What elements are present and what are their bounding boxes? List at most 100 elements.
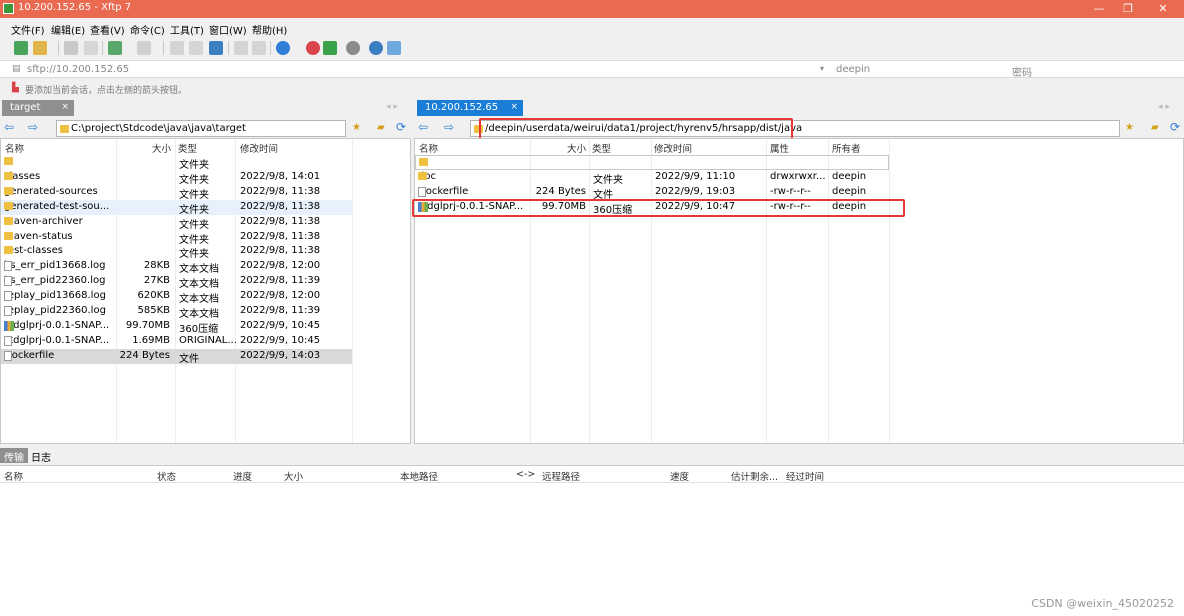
copy-icon[interactable] bbox=[170, 41, 184, 55]
local-path-input[interactable]: C:\project\Stdcode\java\java\target bbox=[56, 120, 346, 137]
transfer-icon[interactable] bbox=[209, 41, 223, 55]
transfer-col-name[interactable]: 名称 bbox=[4, 469, 23, 483]
table-row[interactable]: replay_pid13668.log 620KB 文本文档 2022/9/8, 12… bbox=[1, 289, 352, 305]
transfer-col-progress[interactable]: 进度 bbox=[233, 469, 252, 483]
file-name-cell: generated-sources bbox=[4, 186, 98, 197]
close-tab-icon[interactable]: × bbox=[510, 102, 518, 112]
new-folder-icon[interactable] bbox=[108, 41, 122, 55]
paste-icon[interactable] bbox=[189, 41, 203, 55]
username-input[interactable]: deepin bbox=[836, 64, 870, 75]
forward-arrow-icon[interactable]: ⇨ bbox=[28, 120, 38, 134]
up-folder-icon[interactable]: ▰ bbox=[377, 122, 385, 133]
back-arrow-icon[interactable]: ⇦ bbox=[4, 120, 14, 134]
view-icon[interactable] bbox=[137, 41, 151, 55]
col-header-size[interactable]: 大小 bbox=[152, 141, 171, 155]
col-header-size[interactable]: 大小 bbox=[567, 141, 586, 155]
table-row[interactable]: generated-sources 文件夹 2022/9/8, 11:38 bbox=[1, 185, 352, 201]
xshell-icon[interactable] bbox=[306, 41, 320, 55]
help-icon[interactable] bbox=[369, 41, 383, 55]
toolbar-separator bbox=[163, 41, 164, 55]
table-row[interactable]: maven-archiver 文件夹 2022/9/8, 11:38 bbox=[1, 215, 352, 231]
refresh-icon[interactable]: ⟳ bbox=[1170, 120, 1180, 134]
table-row[interactable]: .. bbox=[415, 155, 889, 170]
delete-icon[interactable] bbox=[234, 41, 248, 55]
tab-log[interactable]: 日志 bbox=[27, 448, 55, 464]
file-name-cell: hs_err_pid13668.log bbox=[4, 260, 105, 272]
minimize-button[interactable]: — bbox=[1084, 1, 1114, 17]
close-tab-icon[interactable]: × bbox=[61, 102, 69, 112]
menu-help[interactable]: 帮助(H) bbox=[252, 22, 287, 37]
tab-scroll-icon[interactable]: ◂ ▸ bbox=[386, 102, 398, 112]
close-button[interactable]: ✕ bbox=[1148, 1, 1178, 17]
menu-tools[interactable]: 工具(T) bbox=[170, 22, 204, 37]
transfer-col-elapsed[interactable]: 经过时间 bbox=[786, 469, 824, 483]
globe-icon[interactable] bbox=[276, 41, 290, 55]
table-row[interactable]: hs_err_pid22360.log 27KB 文本文档 2022/9/8, 11:… bbox=[1, 274, 352, 290]
star-icon[interactable]: ★ bbox=[352, 122, 361, 133]
col-header-mtime[interactable]: 修改时间 bbox=[240, 141, 278, 155]
menu-view[interactable]: 查看(V) bbox=[90, 22, 125, 37]
table-row[interactable]: test-classes 文件夹 2022/9/8, 11:38 bbox=[1, 244, 352, 260]
file-mtime: 2022/9/9, 19:03 bbox=[655, 186, 736, 197]
table-row[interactable]: Dockerfile 224 Bytes 文件 2022/9/9, 19:03 -rw-… bbox=[415, 185, 889, 201]
transfer-col-size[interactable]: 大小 bbox=[284, 469, 303, 483]
toolbar-separator bbox=[58, 41, 59, 55]
col-header-mtime[interactable]: 修改时间 bbox=[654, 141, 692, 155]
menu-edit[interactable]: 编辑(E) bbox=[51, 22, 85, 37]
menu-file[interactable]: 文件(F) bbox=[11, 22, 45, 37]
table-row[interactable]: stdglprj-0.0.1-SNAP... 1.69MB ORIGINAL... 2… bbox=[1, 334, 352, 349]
open-folder-icon[interactable] bbox=[33, 41, 47, 55]
title-bar: 10.200.152.65 - Xftp 7 — ❐ ✕ bbox=[0, 0, 1184, 18]
remote-file-list[interactable]: 名称 大小 类型 修改时间 属性 所有者 .. doc 文件夹 2022/9/9, 1… bbox=[414, 138, 1184, 444]
table-row[interactable]: stdglprj-0.0.1-SNAP... 99.70MB 360压缩 2022/9… bbox=[1, 319, 352, 335]
col-header-type[interactable]: 类型 bbox=[178, 141, 197, 155]
col-header-name[interactable]: 名称 bbox=[5, 141, 24, 155]
col-header-name[interactable]: 名称 bbox=[419, 141, 438, 155]
col-header-owner[interactable]: 所有者 bbox=[832, 141, 861, 155]
transfer-col-eta[interactable]: 估计剩余... bbox=[731, 469, 778, 483]
tab-local[interactable]: target × bbox=[2, 100, 74, 116]
tab-transfer[interactable]: 传输 bbox=[0, 448, 28, 464]
rename-icon[interactable] bbox=[252, 41, 266, 55]
up-folder-icon[interactable]: ▰ bbox=[1151, 122, 1159, 133]
chevron-down-icon[interactable]: ▾ bbox=[820, 64, 824, 73]
tab-remote[interactable]: 10.200.152.65 × bbox=[417, 100, 523, 116]
back-arrow-icon[interactable]: ⇦ bbox=[418, 120, 428, 134]
reconnect-icon[interactable] bbox=[84, 41, 98, 55]
transfer-col-status[interactable]: 状态 bbox=[157, 469, 176, 483]
menu-command[interactable]: 命令(C) bbox=[130, 22, 165, 37]
file-type: 360压缩 bbox=[179, 323, 219, 335]
table-row[interactable]: hs_err_pid13668.log 28KB 文本文档 2022/9/8, 12:… bbox=[1, 259, 352, 275]
transfer-col-speed[interactable]: 速度 bbox=[670, 469, 689, 483]
disconnect-icon[interactable] bbox=[64, 41, 78, 55]
forward-arrow-icon[interactable]: ⇨ bbox=[444, 120, 454, 134]
col-header-attr[interactable]: 属性 bbox=[770, 141, 789, 155]
refresh-icon[interactable]: ⟳ bbox=[396, 120, 406, 134]
table-row[interactable]: maven-status 文件夹 2022/9/8, 11:38 bbox=[1, 230, 352, 246]
table-row[interactable]: replay_pid22360.log 585KB 文本文档 2022/9/8, 11… bbox=[1, 304, 352, 320]
table-row[interactable]: generated-test-sou... 文件夹 2022/9/8, 11:38 bbox=[1, 199, 352, 216]
local-file-list[interactable]: 名称 大小 类型 修改时间 .. 文件夹 classes 文件夹 2022/9/8, 1… bbox=[0, 138, 411, 444]
toolbar-separator bbox=[228, 41, 229, 55]
transfer-col-direction[interactable]: <-> bbox=[516, 469, 535, 480]
file-size: 28KB bbox=[143, 260, 170, 272]
table-row[interactable]: classes 文件夹 2022/9/8, 14:01 bbox=[1, 170, 352, 186]
table-row[interactable]: Dockerfile 224 Bytes 文件 2022/9/9, 14:03 bbox=[1, 348, 352, 365]
table-row[interactable]: .. 文件夹 bbox=[1, 155, 352, 171]
transfer-col-remote-path[interactable]: 远程路径 bbox=[542, 469, 580, 483]
gear-icon[interactable] bbox=[346, 41, 360, 55]
chat-icon[interactable] bbox=[387, 41, 401, 55]
menu-window[interactable]: 窗口(W) bbox=[209, 22, 247, 37]
xftp-icon[interactable] bbox=[323, 41, 337, 55]
col-header-type[interactable]: 类型 bbox=[592, 141, 611, 155]
host-address-input[interactable]: sftp://10.200.152.65 bbox=[27, 64, 129, 75]
password-input[interactable]: 密码 bbox=[1012, 64, 1032, 79]
transfer-col-local-path[interactable]: 本地路径 bbox=[400, 469, 438, 483]
maximize-button[interactable]: ❐ bbox=[1113, 1, 1143, 17]
table-row[interactable]: doc 文件夹 2022/9/9, 11:10 drwxrwxr... deepin bbox=[415, 170, 889, 186]
transfer-list[interactable]: 名称 状态 进度 大小 本地路径 <-> 远程路径 速度 估计剩余... 经过时… bbox=[0, 465, 1184, 616]
star-icon[interactable]: ★ bbox=[1125, 122, 1134, 133]
new-session-icon[interactable] bbox=[14, 41, 28, 55]
tab-scroll-icon[interactable]: ◂ ▸ bbox=[1158, 102, 1170, 112]
file-type: 文本文档 bbox=[179, 309, 219, 320]
